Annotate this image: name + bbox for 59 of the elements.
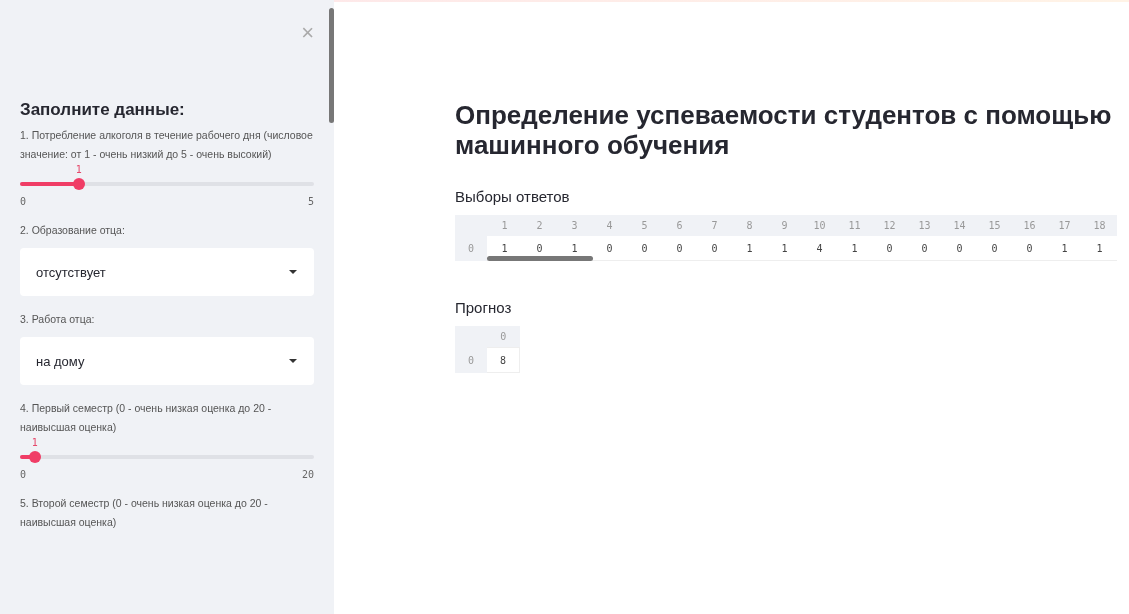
table-cell: 8 (487, 347, 520, 373)
select-dropdown[interactable]: отсутствует (20, 248, 314, 296)
field-label: 3. Работа отца: (20, 312, 96, 327)
table-cell: 0 (907, 236, 942, 261)
column-header: 2 (522, 215, 557, 236)
slider-min: 0 (20, 196, 27, 207)
slider-thumb[interactable] (72, 178, 85, 190)
caret-icon (288, 358, 298, 364)
section-heading: Выборы ответов (455, 188, 571, 205)
column-header: 15 (977, 215, 1012, 236)
row-index: 0 (455, 236, 487, 261)
table-cell: 0 (872, 236, 907, 261)
table-cell: 1 (732, 236, 767, 261)
column-header: 6 (662, 215, 697, 236)
table-cell: 0 (942, 236, 977, 261)
scrollbar-thumb[interactable] (487, 256, 593, 261)
column-header: 7 (697, 215, 732, 236)
table-cell: 1 (1082, 236, 1117, 261)
table-cell: 0 (592, 236, 627, 261)
column-header: 18 (1082, 215, 1117, 236)
table-cell: 0 (627, 236, 662, 261)
column-header: 13 (907, 215, 942, 236)
table-cell: 0 (662, 236, 697, 261)
column-header: 14 (942, 215, 977, 236)
column-header: 12 (872, 215, 907, 236)
caret-icon (288, 269, 298, 275)
table-cell: 0 (977, 236, 1012, 261)
slider-max: 5 (307, 196, 314, 207)
column-header: 9 (767, 215, 802, 236)
field-label: 5. Второй семестр (0 - очень низкая оценка до 20 - наивысшая оценка) (20, 496, 269, 530)
row-index: 0 (455, 347, 487, 373)
column-header: 16 (1012, 215, 1047, 236)
slider-value: 1 (74, 164, 83, 175)
slider-min: 0 (20, 469, 27, 480)
section-heading: Прогноз (455, 299, 513, 316)
sidebar-heading: Заполните данные: (20, 100, 186, 120)
slider-max: 20 (301, 469, 314, 480)
table-cell: 0 (697, 236, 732, 261)
field-label: 2. Образование отца: (20, 223, 126, 238)
field-label: 1. Потребление алкоголя в течение рабочего дня (числовое значение: от 1 - очень низкий до 5 - очень высокий) (20, 128, 314, 162)
field-label: 4. Первый семестр (0 - очень низкая оценка до 20 - наивысшая оценка) (20, 401, 273, 435)
table-cell: 0 (1012, 236, 1047, 261)
column-header: 8 (732, 215, 767, 236)
page-title: Определение успеваемости студентов с помощью машинного обучения (455, 100, 1113, 160)
table-cell: 4 (802, 236, 837, 261)
column-header: 10 (802, 215, 837, 236)
table-cell: 1 (767, 236, 802, 261)
column-header: 1 (487, 215, 522, 236)
slider-value: 1 (30, 437, 39, 448)
table-cell: 1 (1047, 236, 1082, 261)
table-cell: 1 (837, 236, 872, 261)
column-header: 17 (1047, 215, 1082, 236)
column-header: 0 (487, 326, 520, 348)
column-header: 5 (627, 215, 662, 236)
column-header: 11 (837, 215, 872, 236)
select-dropdown[interactable]: на дому (20, 337, 314, 385)
column-header: 4 (592, 215, 627, 236)
slider-thumb[interactable] (28, 451, 41, 463)
column-header: 3 (557, 215, 592, 236)
